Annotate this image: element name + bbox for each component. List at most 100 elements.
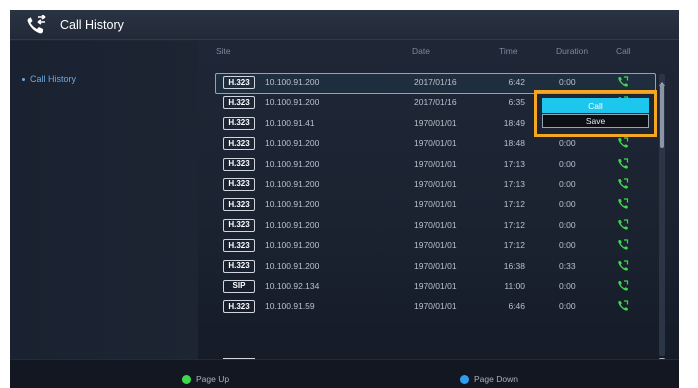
call-time: 11:00 [504, 280, 525, 291]
protocol-badge: H.323 [223, 177, 255, 191]
call-date: 1970/01/01 [414, 138, 457, 149]
site-address: 10.100.91.200 [265, 158, 320, 169]
menu-item-call[interactable]: Call [542, 98, 649, 113]
site-address: 10.100.91.200 [265, 97, 320, 108]
call-date: 1970/01/01 [414, 219, 457, 230]
site-address: 10.100.91.200 [265, 138, 320, 149]
scroll-thumb[interactable] [660, 84, 664, 148]
phone-call-icon[interactable] [617, 239, 629, 251]
call-date: 2017/01/16 [414, 77, 457, 87]
phone-call-icon[interactable] [617, 300, 629, 312]
header-duration: Duration [556, 46, 589, 56]
phone-call-icon[interactable] [617, 259, 629, 272]
table-row[interactable]: H.323 10.100.91.200 1970/01/01 17:12 0:00 [215, 194, 655, 214]
site-address: 10.100.91.200 [265, 260, 320, 271]
protocol-badge: H.323 [223, 259, 255, 273]
phone-call-icon[interactable] [617, 178, 629, 190]
phone-call-icon[interactable] [617, 219, 629, 231]
phone-call-icon[interactable] [617, 137, 629, 149]
table-row[interactable]: H.323 10.100.91.200 1970/01/01 17:13 0:00 [215, 154, 655, 174]
table-row[interactable]: H.323 10.100.91.200 1970/01/01 16:38 0:33 [215, 256, 655, 276]
call-date: 1970/01/01 [414, 117, 457, 128]
site-address: 10.100.91.200 [265, 240, 320, 251]
call-duration: 0:00 [559, 199, 576, 210]
protocol-badge: H.323 [223, 218, 255, 232]
protocol-badge: H.323 [223, 137, 255, 151]
site-address: 10.100.91.59 [265, 301, 315, 312]
page-down-label: Page Down [474, 374, 518, 384]
call-date: 1970/01/01 [414, 199, 457, 210]
site-address: 10.100.91.200 [265, 219, 320, 230]
protocol-badge: H.323 [223, 198, 255, 212]
sidebar-item-call-history[interactable]: Call History [22, 74, 76, 84]
page-up-label: Page Up [196, 374, 230, 384]
site-address: 10.100.91.200 [265, 178, 320, 189]
call-duration: 0:00 [559, 301, 576, 312]
call-time: 18:49 [503, 117, 525, 128]
table-row[interactable]: H.323 10.100.91.59 1970/01/01 6:46 0:00 [215, 296, 655, 316]
header-site: Site [216, 46, 231, 56]
green-key-icon [182, 374, 191, 384]
call-time: 6:46 [508, 301, 525, 312]
call-time: 17:12 [503, 199, 525, 210]
call-time: 17:13 [503, 178, 525, 189]
header-date: Date [412, 46, 430, 56]
page-title: Call History [60, 17, 124, 32]
header-call: Call [616, 46, 631, 56]
title-bar: Call History [10, 10, 679, 40]
page-up-hint[interactable]: Page Up [182, 374, 229, 384]
sidebar-item-label: Call History [30, 74, 77, 84]
protocol-badge: H.323 [223, 96, 255, 110]
phone-history-icon [24, 14, 50, 36]
call-time: 6:42 [508, 77, 525, 87]
header-time: Time [499, 46, 518, 56]
call-time: 17:12 [503, 240, 525, 251]
call-history-screen: Call History Call History Site Date Time… [10, 10, 679, 388]
table-row[interactable]: H.323 10.100.91.200 1970/01/01 17:12 0:00 [215, 215, 655, 235]
site-address: 10.100.91.200 [265, 199, 320, 210]
call-time: 17:12 [503, 219, 525, 230]
call-duration: 0:00 [559, 77, 576, 87]
protocol-badge: H.323 [223, 300, 255, 314]
scroll-down-arrow-icon[interactable] [659, 350, 665, 362]
phone-call-icon[interactable] [617, 76, 629, 88]
table-row[interactable]: SIP 10.100.92.134 1970/01/01 11:00 0:00 [215, 276, 655, 296]
menu-item-save[interactable]: Save [542, 114, 649, 128]
call-duration: 0:00 [559, 158, 576, 169]
call-date: 2017/01/16 [414, 97, 457, 108]
scroll-up-arrow-icon[interactable] [659, 74, 665, 86]
protocol-badge: H.323 [223, 157, 255, 171]
footer: Page Up Page Down [10, 359, 679, 388]
phone-call-icon[interactable] [617, 280, 629, 292]
call-duration: 0:33 [559, 260, 576, 271]
call-date: 1970/01/01 [414, 178, 457, 189]
call-duration: 0:00 [559, 219, 576, 230]
site-address: 10.100.91.41 [265, 117, 315, 128]
bullet-icon [22, 77, 25, 81]
site-address: 10.100.92.134 [265, 280, 320, 291]
table-row[interactable]: H.323 10.100.91.200 1970/01/01 17:13 0:00 [215, 174, 655, 194]
call-time: 18:48 [503, 138, 525, 149]
protocol-badge: H.323 [223, 116, 255, 130]
call-date: 1970/01/01 [414, 301, 457, 312]
phone-call-icon[interactable] [617, 157, 629, 170]
call-duration: 0:00 [559, 178, 576, 189]
call-duration: 0:00 [559, 138, 576, 149]
page-down-hint[interactable]: Page Down [460, 374, 518, 384]
context-menu: Call Save [534, 90, 657, 137]
call-time: 16:38 [503, 260, 525, 271]
phone-call-icon[interactable] [617, 198, 629, 210]
call-time: 17:13 [503, 158, 525, 169]
scrollbar[interactable] [659, 74, 665, 362]
call-time: 6:35 [508, 97, 525, 108]
call-date: 1970/01/01 [414, 240, 457, 251]
table-row[interactable]: H.323 10.100.91.200 1970/01/01 17:12 0:00 [215, 235, 655, 255]
call-duration: 0:00 [559, 280, 576, 291]
protocol-badge: H.323 [223, 76, 255, 89]
call-date: 1970/01/01 [414, 260, 457, 271]
call-duration: 0:00 [559, 240, 576, 251]
protocol-badge: H.323 [223, 239, 255, 253]
call-date: 1970/01/01 [414, 158, 457, 169]
call-date: 1970/01/01 [414, 280, 457, 291]
sidebar: Call History [10, 41, 198, 359]
